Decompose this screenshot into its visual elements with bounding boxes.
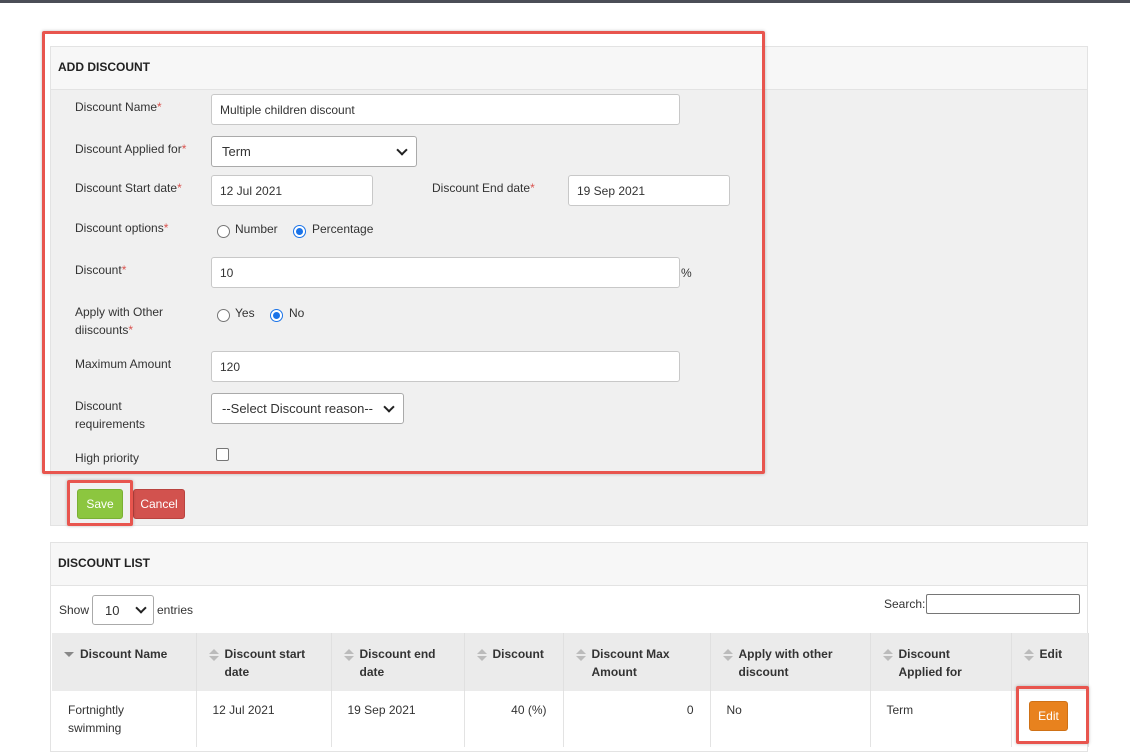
cell-end-date: 19 Sep 2021 [331,691,465,747]
discount-reason-value: --Select Discount reason-- [222,401,373,416]
discount-list-title: DISCOUNT LIST [58,556,150,570]
cell-max-amount: 0 [563,691,711,747]
radio-number-label: Number [235,222,278,236]
col-start-date[interactable]: Discount start date [196,633,332,691]
discount-end-date-label: Discount End date* [432,181,535,195]
radio-yes-label: Yes [235,306,255,320]
chevron-down-icon [135,602,147,614]
discount-label: Discount* [75,263,127,277]
cell-applied-for: Term [870,691,1012,747]
sort-icon [1023,649,1034,661]
discount-reason-select[interactable]: --Select Discount reason-- [211,393,404,424]
table-header-row: Discount Name Discount start date Discoun… [52,633,1089,691]
top-bar [0,0,1130,3]
add-discount-title: ADD DISCOUNT [58,60,150,74]
search-input[interactable] [926,594,1080,614]
discount-name-input[interactable] [211,94,680,125]
col-discount[interactable]: Discount [464,633,564,691]
radio-yes[interactable] [217,309,230,322]
col-apply-other[interactable]: Apply with other discount [710,633,871,691]
entries-label: entries [157,603,194,617]
discount-applied-for-select[interactable]: Term [211,136,417,167]
discount-requirements-label: Discount requirements [75,399,146,431]
max-amount-label: Maximum Amount [75,357,172,371]
radio-no-label: No [289,306,305,320]
sort-icon [575,649,586,661]
sort-icon [722,649,733,661]
discount-value-input[interactable] [211,257,680,288]
discount-start-date-input[interactable] [211,175,373,206]
chevron-down-icon [383,400,395,413]
col-edit[interactable]: Edit [1011,633,1089,691]
max-amount-input[interactable] [211,351,680,382]
page-length-select[interactable]: 10 [92,595,154,625]
page-length-value: 10 [105,602,120,618]
discount-table: Discount Name Discount start date Discoun… [52,633,1089,747]
col-applied-for[interactable]: Discount Applied for [870,633,1012,691]
discount-list-header: DISCOUNT LIST [51,543,1087,586]
sort-icon [208,649,219,661]
col-max-amount[interactable]: Discount Max Amount [563,633,711,691]
edit-button[interactable]: Edit [1029,701,1068,731]
radio-percentage[interactable] [293,225,306,238]
show-label: Show [59,603,90,617]
sort-icon [882,649,893,661]
cell-name: Fortnightly swimming [52,691,197,747]
discount-list-panel: DISCOUNT LIST Show 10 entries Search: Di… [50,542,1089,752]
cell-start-date: 12 Jul 2021 [196,691,332,747]
sort-icon [343,649,354,661]
apply-other-label: Apply with Other diiscounts* [75,305,164,337]
high-priority-checkbox[interactable] [216,448,229,461]
chevron-down-icon [396,143,408,156]
search-label: Search: [884,597,926,611]
discount-name-label: Discount Name* [75,100,162,114]
save-button[interactable]: Save [77,489,123,519]
sort-desc-icon [64,652,74,657]
high-priority-label: High priority [75,451,140,465]
radio-no[interactable] [270,309,283,322]
discount-applied-for-value: Term [222,144,251,159]
sort-icon [476,649,487,661]
cancel-button[interactable]: Cancel [133,489,185,519]
add-discount-panel: ADD DISCOUNT Discount Name* Discount App… [50,46,1088,526]
discount-options-label: Discount options* [75,221,169,235]
discount-start-date-label: Discount Start date* [75,181,182,195]
discount-applied-for-label: Discount Applied for* [75,142,187,156]
col-discount-name[interactable]: Discount Name [52,633,197,691]
col-end-date[interactable]: Discount end date [331,633,465,691]
cell-apply-other: No [710,691,871,747]
add-discount-header: ADD DISCOUNT [51,47,1087,90]
discount-end-date-input[interactable] [568,175,730,206]
cell-discount: 40 (%) [464,691,564,747]
table-row: Fortnightly swimming 12 Jul 2021 19 Sep 2… [52,691,1089,747]
radio-number[interactable] [217,225,230,238]
percent-suffix: % [681,266,692,280]
radio-percentage-label: Percentage [312,222,374,236]
